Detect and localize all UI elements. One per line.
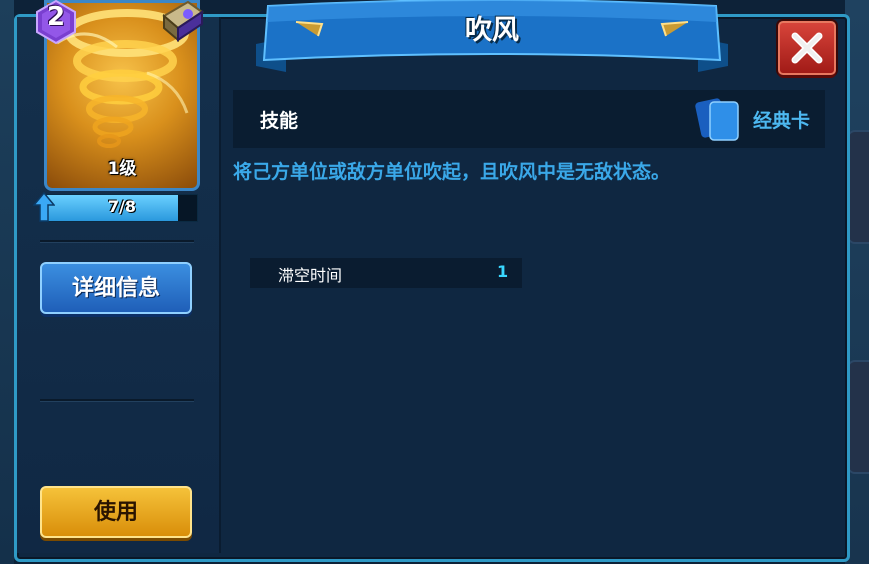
background-card <box>847 360 869 474</box>
stat-name: 滞空时间 <box>278 266 343 285</box>
skill-description: 将己方单位或敌方单位吹起，且吹风中是无敌状态。 <box>233 161 671 183</box>
progress-text: 7/8 <box>107 197 137 216</box>
upgrade-arrow-icon <box>33 191 55 222</box>
card-deck-icon <box>695 98 739 141</box>
divider <box>40 240 194 243</box>
background-left-strip <box>0 0 14 564</box>
close-button[interactable] <box>778 21 836 75</box>
card-cost: 2 <box>46 2 66 32</box>
background-card <box>847 130 869 244</box>
divider <box>40 399 194 402</box>
details-button[interactable]: 详细信息 <box>40 262 192 314</box>
use-button[interactable]: 使用 <box>40 486 192 538</box>
close-x-icon <box>791 32 823 64</box>
card-level: 1级 <box>107 159 137 179</box>
skill-label: 技能 <box>260 110 299 132</box>
dialog-title: 吹风 <box>465 15 519 46</box>
card-upgrade-progress: 7/8 <box>46 194 198 222</box>
spellbook-icon <box>162 0 204 43</box>
card-type-label: 经典卡 <box>753 110 811 132</box>
stat-value: 1 <box>497 262 509 281</box>
